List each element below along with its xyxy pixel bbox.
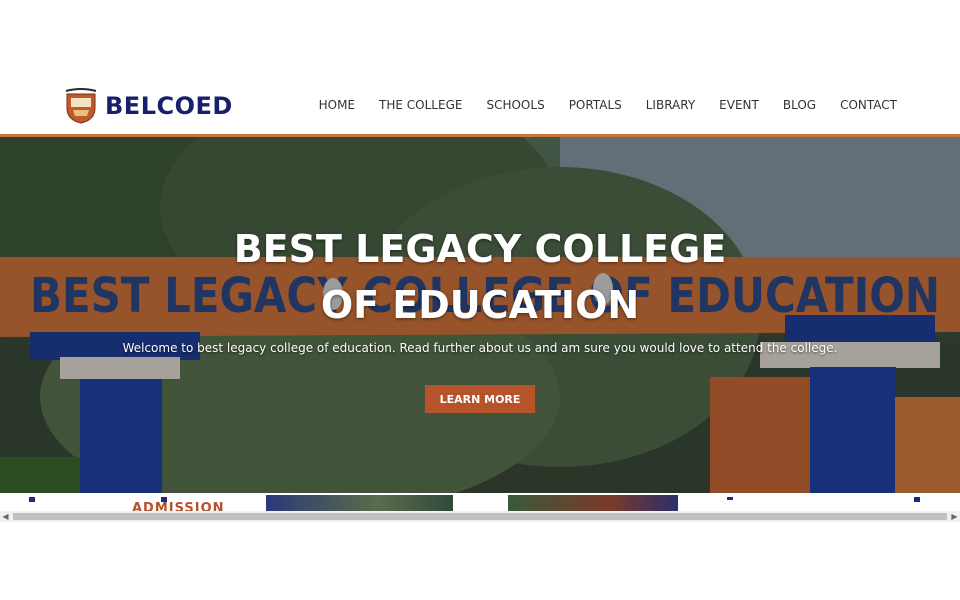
admission-heading[interactable]: ADMISSION: [132, 501, 225, 511]
scrollbar-thumb[interactable]: [13, 513, 947, 520]
site-logo[interactable]: BELCOED: [63, 88, 233, 124]
decorative-dot: [914, 497, 920, 502]
nav-home[interactable]: HOME: [319, 98, 355, 112]
scroll-right-arrow-icon[interactable]: ▶: [949, 511, 960, 522]
nav-event[interactable]: EVENT: [719, 98, 759, 112]
college-crest-icon: [65, 88, 97, 124]
horizontal-scrollbar[interactable]: ◀ ▶: [0, 511, 960, 522]
page: BELCOED HOME THE COLLEGE SCHOOLS PORTALS…: [0, 0, 960, 600]
site-header: BELCOED HOME THE COLLEGE SCHOOLS PORTALS…: [0, 80, 960, 134]
learn-more-button[interactable]: LEARN MORE: [425, 385, 535, 413]
nav-contact[interactable]: CONTACT: [840, 98, 897, 112]
brand-name: BELCOED: [105, 92, 233, 120]
section-image[interactable]: [508, 495, 678, 511]
nav-blog[interactable]: BLOG: [783, 98, 816, 112]
hero-banner: BEST LEGACY COLLEGE OF EDUCATION BEST LE…: [0, 137, 960, 493]
next-section-strip: ADMISSION: [0, 493, 960, 511]
scroll-left-arrow-icon[interactable]: ◀: [0, 511, 11, 522]
hero-title: BEST LEGACY COLLEGE OF EDUCATION: [233, 227, 727, 327]
nav-schools[interactable]: SCHOOLS: [486, 98, 544, 112]
decorative-dot: [29, 497, 35, 502]
nav-library[interactable]: LIBRARY: [646, 98, 695, 112]
main-nav: HOME THE COLLEGE SCHOOLS PORTALS LIBRARY…: [295, 98, 897, 112]
hero-subtitle: Welcome to best legacy college of educat…: [122, 341, 838, 355]
decorative-dot: [727, 497, 733, 500]
section-image[interactable]: [266, 495, 453, 511]
nav-the-college[interactable]: THE COLLEGE: [379, 98, 462, 112]
nav-portals[interactable]: PORTALS: [569, 98, 622, 112]
